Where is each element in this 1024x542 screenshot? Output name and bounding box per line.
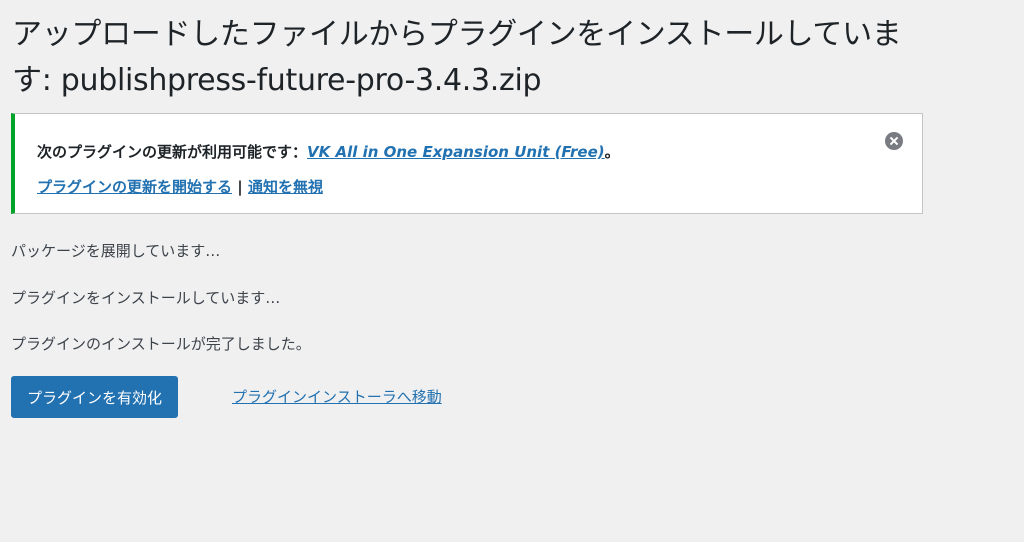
page-title: アップロードしたファイルからプラグインをインストールしています: publish… bbox=[12, 17, 902, 98]
ignore-notice-link[interactable]: 通知を無視 bbox=[248, 178, 323, 196]
notice-prefix: 次のプラグインの更新が利用可能です： bbox=[37, 143, 308, 161]
dismiss-icon[interactable] bbox=[885, 132, 903, 150]
notice-message: 次のプラグインの更新が利用可能です：VK All in One Expansio… bbox=[37, 141, 620, 162]
notice-actions: プラグインの更新を開始する | 通知を無視 bbox=[37, 176, 323, 197]
start-update-link[interactable]: プラグインの更新を開始する bbox=[37, 178, 232, 196]
status-unpacking: パッケージを展開しています… bbox=[11, 242, 221, 260]
plugin-details-link[interactable]: VK All in One Expansion Unit (Free) bbox=[307, 143, 605, 161]
go-to-plugin-installer-link[interactable]: プラグインインストーラへ移動 bbox=[232, 386, 442, 407]
page: アップロードしたファイルからプラグインをインストールしています: publish… bbox=[0, 0, 1024, 542]
status-complete: プラグインのインストールが完了しました。 bbox=[11, 335, 311, 353]
notice-separator: | bbox=[232, 178, 248, 196]
status-installing: プラグインをインストールしています… bbox=[11, 289, 281, 307]
activate-plugin-button[interactable]: プラグインを有効化 bbox=[11, 376, 179, 418]
notice-suffix: 。 bbox=[604, 143, 620, 161]
update-notice: 次のプラグインの更新が利用可能です：VK All in One Expansio… bbox=[11, 113, 923, 214]
